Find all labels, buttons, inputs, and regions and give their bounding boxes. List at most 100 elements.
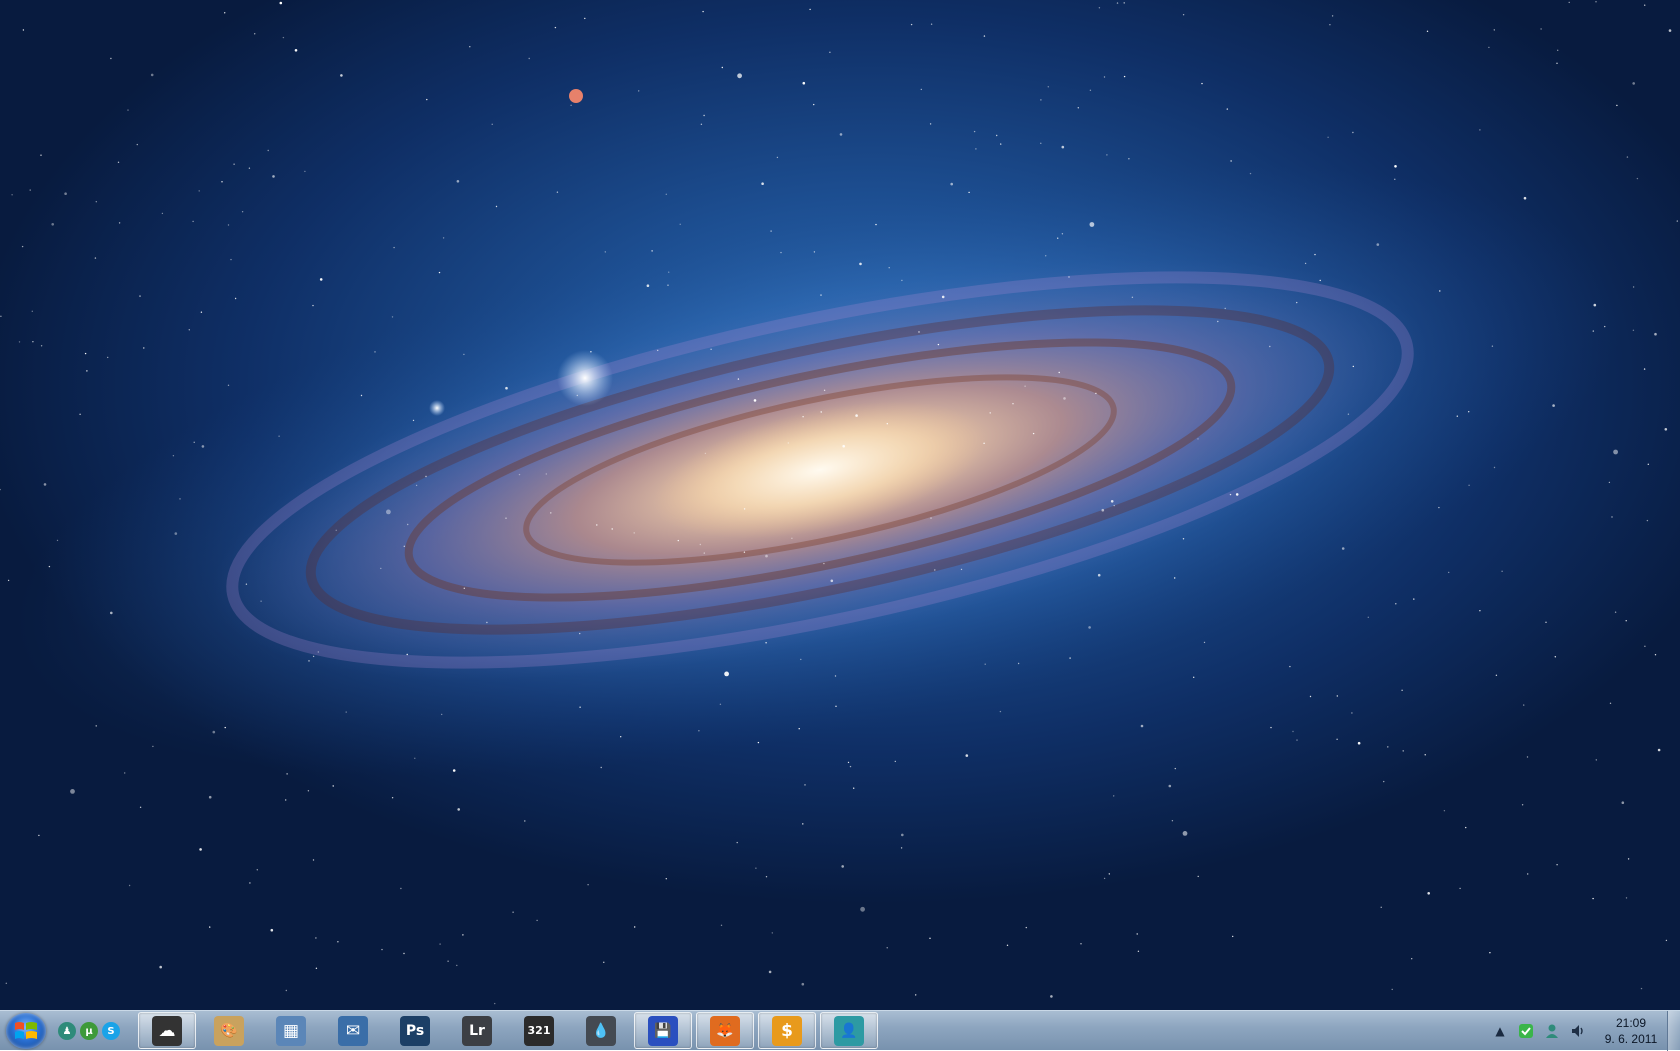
star [787,442,789,444]
star [1296,739,1298,741]
star [1459,887,1461,890]
star [1376,243,1380,246]
star [668,271,670,273]
star [307,790,310,792]
star [1413,598,1415,600]
volume-icon[interactable] [1570,1023,1586,1039]
utorrent-icon[interactable]: µ [80,1022,98,1040]
star [152,745,154,748]
star [1367,616,1370,618]
star [1032,432,1035,435]
star [590,351,592,353]
taskbar-button-10[interactable]: $ [758,1012,816,1049]
security-check-icon[interactable] [1518,1023,1534,1039]
star [975,148,977,150]
taskbar-button-8[interactable]: 💾 [634,1012,692,1049]
star [600,766,602,769]
star [719,703,722,705]
star [241,211,244,213]
star [48,565,51,568]
star [40,345,43,347]
star [1232,935,1234,938]
star [1182,538,1185,540]
star [1640,987,1643,990]
taskbar-button-7[interactable]: 💧 [572,1012,630,1049]
star [340,74,343,77]
star [638,90,640,92]
star [721,66,723,69]
star [1040,99,1042,101]
star [1336,738,1338,740]
taskbar-button-4[interactable]: Ps [386,1012,444,1049]
show-desktop-button[interactable] [1667,1011,1680,1051]
star [929,123,932,125]
star [667,284,669,286]
star [1108,873,1111,875]
star [233,163,235,165]
starfield [0,1,1679,1005]
star [360,394,363,397]
star [830,579,834,583]
star [43,483,47,486]
taskbar-button-6[interactable]: 321 [510,1012,568,1049]
star [576,394,578,397]
star [18,341,21,343]
star [64,192,67,195]
star [1394,178,1396,180]
taskbar-button-1[interactable]: 🎨 [200,1012,258,1049]
star [1069,657,1071,659]
star [765,554,768,558]
star [95,201,98,203]
star [820,411,822,413]
star [1621,801,1625,804]
star [1327,136,1329,138]
star [813,251,816,253]
taskbar-button-9[interactable]: 🦊 [696,1012,754,1049]
star [1616,104,1618,107]
taskbar-button-5[interactable]: Lr [448,1012,506,1049]
star [1627,858,1630,860]
star [768,970,772,974]
star [989,412,991,414]
star [285,799,287,801]
star [1106,154,1108,156]
star [1080,943,1082,945]
taskbar-button-3[interactable]: ✉ [324,1012,382,1049]
star [380,567,382,570]
desktop[interactable] [0,0,1680,1010]
star [1387,746,1389,748]
star [1488,46,1490,49]
star [698,730,700,732]
star [1098,7,1101,9]
start-button[interactable] [6,1013,46,1049]
clock[interactable]: 21:09 9. 6. 2011 [1596,1015,1666,1047]
show-hidden-icons-icon[interactable]: ▲ [1492,1023,1508,1039]
star [1058,371,1060,374]
star [556,191,559,193]
star [596,524,598,526]
star [161,212,164,215]
star [801,982,805,986]
star [1611,516,1613,518]
star [1439,290,1441,292]
star [386,509,391,515]
skype-icon[interactable]: S [102,1022,120,1040]
star [757,741,760,744]
star [860,906,865,912]
star [308,660,310,662]
star [1224,307,1226,310]
star [1568,1,1570,4]
star [920,88,922,91]
taskbar-button-11[interactable]: 👤 [820,1012,878,1049]
taskbar-button-2[interactable]: ▦ [262,1012,320,1049]
star [753,399,757,402]
star [221,181,223,183]
star [1632,82,1635,85]
contact-tray-icon[interactable] [1544,1023,1560,1039]
star [1468,411,1470,413]
star [94,257,97,259]
star [929,937,931,939]
taskbar-button-0[interactable]: ☁ [138,1012,196,1049]
contact-icon[interactable]: ♟ [58,1022,76,1040]
star [124,772,126,774]
